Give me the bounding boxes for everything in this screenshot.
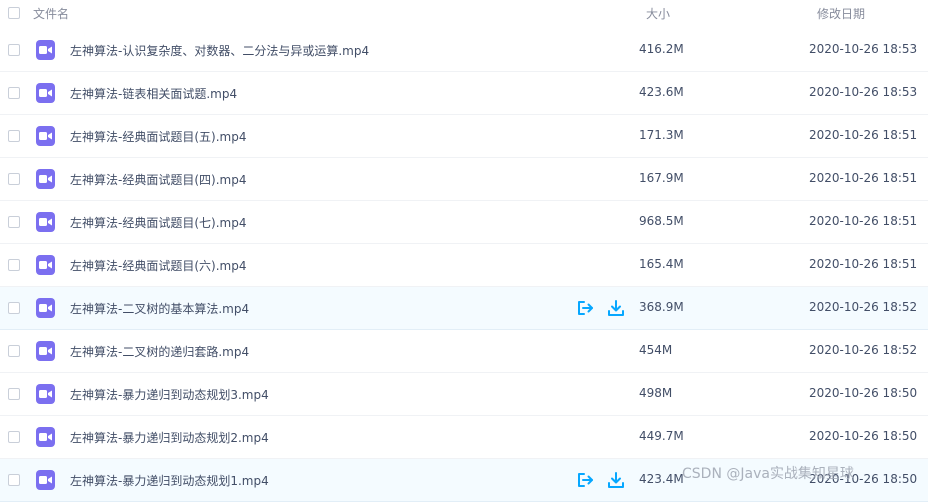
file-row[interactable]: 左神算法-二叉树的基本算法.mp4 368.9M 2020-10-26 18:52 — [0, 287, 928, 330]
file-modified-date: 2020-10-26 18:51 — [809, 128, 918, 142]
file-row[interactable]: 左神算法-暴力递归到动态规划2.mp4 449.7M 2020-10-26 18:5… — [0, 416, 928, 459]
file-name[interactable]: 左神算法-暴力递归到动态规划3.mp4 — [70, 386, 269, 403]
file-name[interactable]: 左神算法-链表相关面试题.mp4 — [70, 85, 237, 102]
file-size: 968.5M — [639, 214, 684, 228]
file-modified-date: 2020-10-26 18:53 — [809, 42, 918, 56]
video-file-icon — [36, 427, 55, 447]
file-modified-date: 2020-10-26 18:50 — [809, 429, 918, 443]
file-size: 449.7M — [639, 429, 684, 443]
row-checkbox[interactable] — [8, 388, 20, 400]
video-file-icon — [36, 341, 55, 361]
row-checkbox[interactable] — [8, 431, 20, 443]
select-all-checkbox[interactable] — [8, 7, 20, 19]
file-size: 368.9M — [639, 300, 684, 314]
download-icon[interactable] — [607, 471, 625, 489]
file-row[interactable]: 左神算法-经典面试题目(四).mp4 167.9M 2020-10-26 18:51 — [0, 158, 928, 201]
file-list-header: 文件名 大小 修改日期 — [0, 0, 928, 26]
file-row[interactable]: 左神算法-经典面试题目(七).mp4 968.5M 2020-10-26 18:51 — [0, 201, 928, 244]
file-size: 423.4M — [639, 472, 684, 486]
file-size: 171.3M — [639, 128, 684, 142]
file-name[interactable]: 左神算法-经典面试题目(六).mp4 — [70, 257, 246, 274]
video-file-icon — [36, 40, 55, 60]
file-name[interactable]: 左神算法-暴力递归到动态规划2.mp4 — [70, 429, 269, 446]
row-checkbox[interactable] — [8, 259, 20, 271]
column-header-name[interactable]: 文件名 — [33, 5, 69, 22]
row-checkbox[interactable] — [8, 130, 20, 142]
file-name[interactable]: 左神算法-二叉树的递归套路.mp4 — [70, 343, 249, 360]
video-file-icon — [36, 126, 55, 146]
file-name[interactable]: 左神算法-二叉树的基本算法.mp4 — [70, 300, 249, 317]
video-file-icon — [36, 470, 55, 490]
row-checkbox[interactable] — [8, 44, 20, 56]
file-name[interactable]: 左神算法-暴力递归到动态规划1.mp4 — [70, 472, 269, 489]
file-size: 167.9M — [639, 171, 684, 185]
file-size: 454M — [639, 343, 673, 357]
row-checkbox[interactable] — [8, 474, 20, 486]
file-name[interactable]: 左神算法-经典面试题目(四).mp4 — [70, 171, 246, 188]
file-modified-date: 2020-10-26 18:51 — [809, 214, 918, 228]
file-size: 416.2M — [639, 42, 684, 56]
row-checkbox[interactable] — [8, 87, 20, 99]
file-row[interactable]: 左神算法-认识复杂度、对数器、二分法与异或运算.mp4 416.2M 2020-10… — [0, 29, 928, 72]
video-file-icon — [36, 384, 55, 404]
file-row[interactable]: 左神算法-经典面试题目(五).mp4 171.3M 2020-10-26 18:51 — [0, 115, 928, 158]
file-name[interactable]: 左神算法-认识复杂度、对数器、二分法与异或运算.mp4 — [70, 42, 369, 59]
file-modified-date: 2020-10-26 18:53 — [809, 85, 918, 99]
file-row[interactable]: 左神算法-暴力递归到动态规划3.mp4 498M 2020-10-26 18:50 — [0, 373, 928, 416]
file-modified-date: 2020-10-26 18:52 — [809, 343, 918, 357]
watermark: CSDN @Java实战集知星球 — [682, 466, 854, 482]
file-list: 左神算法-认识复杂度、对数器、二分法与异或运算.mp4 416.2M 2020-10… — [0, 29, 928, 502]
file-modified-date: 2020-10-26 18:52 — [809, 300, 918, 314]
file-name[interactable]: 左神算法-经典面试题目(五).mp4 — [70, 128, 246, 145]
column-header-size[interactable]: 大小 — [646, 5, 670, 22]
file-size: 498M — [639, 386, 673, 400]
video-file-icon — [36, 169, 55, 189]
video-file-icon — [36, 298, 55, 318]
row-checkbox[interactable] — [8, 216, 20, 228]
file-row[interactable]: 左神算法-链表相关面试题.mp4 423.6M 2020-10-26 18:53 — [0, 72, 928, 115]
row-checkbox[interactable] — [8, 173, 20, 185]
file-row[interactable]: 左神算法-二叉树的递归套路.mp4 454M 2020-10-26 18:52 — [0, 330, 928, 373]
file-modified-date: 2020-10-26 18:50 — [809, 386, 918, 400]
share-icon[interactable] — [576, 299, 594, 317]
file-modified-date: 2020-10-26 18:51 — [809, 257, 918, 271]
video-file-icon — [36, 255, 55, 275]
file-size: 423.6M — [639, 85, 684, 99]
file-size: 165.4M — [639, 257, 684, 271]
video-file-icon — [36, 83, 55, 103]
download-icon[interactable] — [607, 299, 625, 317]
share-icon[interactable] — [576, 471, 594, 489]
video-file-icon — [36, 212, 55, 232]
file-name[interactable]: 左神算法-经典面试题目(七).mp4 — [70, 214, 246, 231]
row-checkbox[interactable] — [8, 345, 20, 357]
file-row[interactable]: 左神算法-经典面试题目(六).mp4 165.4M 2020-10-26 18:51 — [0, 244, 928, 287]
column-header-date[interactable]: 修改日期 — [817, 5, 865, 22]
row-checkbox[interactable] — [8, 302, 20, 314]
file-modified-date: 2020-10-26 18:51 — [809, 171, 918, 185]
